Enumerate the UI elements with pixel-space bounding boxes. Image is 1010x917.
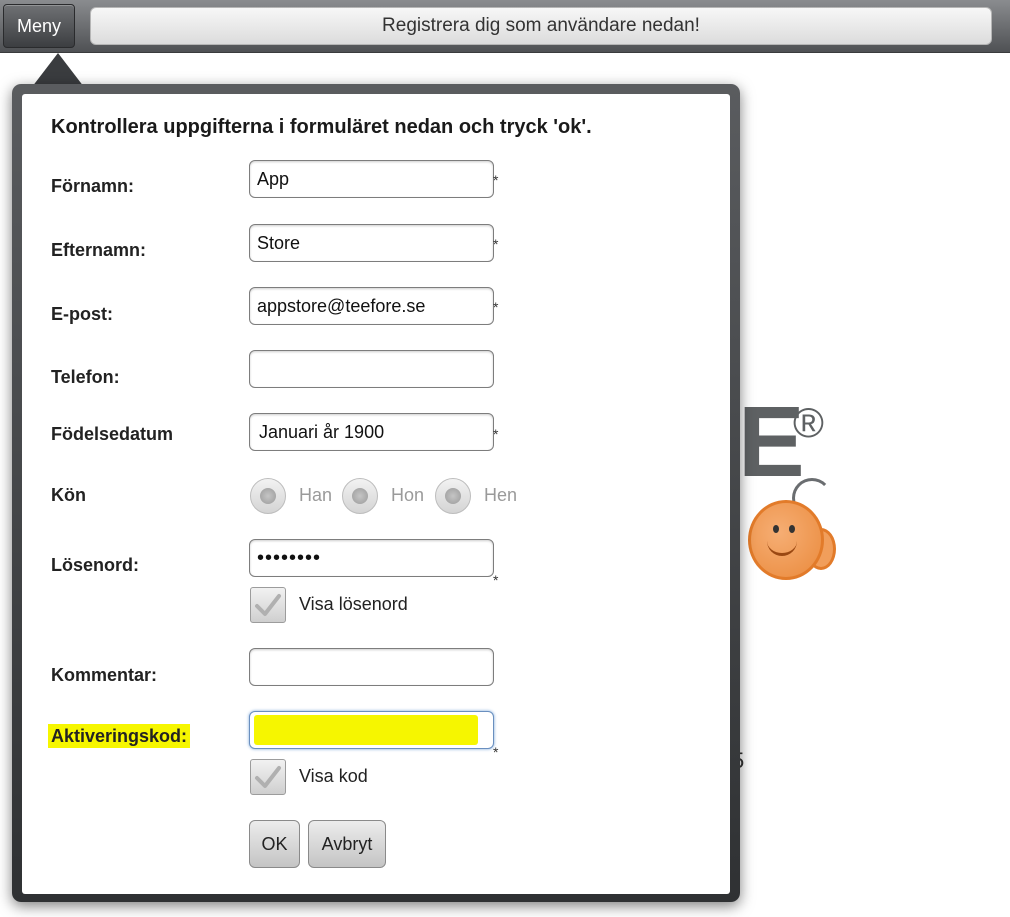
firstname-label: Förnamn:: [51, 176, 134, 196]
top-toolbar: Meny Registrera dig som användare nedan!: [0, 0, 1010, 53]
email-field[interactable]: [249, 287, 494, 325]
lastname-field[interactable]: [249, 224, 494, 262]
birthdate-picker[interactable]: [249, 413, 494, 451]
birthdate-label: Födelsedatum: [51, 424, 174, 444]
activation-code-label-text: Aktiveringskod:: [48, 724, 191, 748]
checkmark-icon: [255, 594, 281, 616]
show-code-label: Visa kod: [299, 766, 368, 786]
registration-form: Kontrollera uppgifterna i formuläret ned…: [22, 94, 730, 894]
phone-field[interactable]: [249, 350, 494, 388]
required-marker: *: [493, 744, 499, 760]
required-marker: *: [493, 236, 499, 252]
required-marker: *: [493, 299, 499, 315]
gender-option-label: Hon: [391, 485, 425, 505]
password-label: Lösenord:: [51, 555, 139, 575]
show-password-checkbox[interactable]: [250, 587, 286, 623]
activation-code-field[interactable]: [249, 711, 494, 749]
popover-arrow: [32, 53, 84, 87]
gender-option-label: Hen: [484, 485, 518, 505]
lastname-label: Efternamn:: [51, 240, 147, 260]
checkmark-icon: [255, 766, 281, 788]
required-marker: *: [493, 172, 499, 188]
registered-mark: ®: [793, 399, 824, 446]
activation-code-label: Aktiveringskod:: [48, 724, 191, 748]
phone-label: Telefon:: [51, 367, 120, 387]
email-label: E-post:: [51, 304, 113, 324]
form-heading: Kontrollera uppgifterna i formuläret ned…: [51, 116, 592, 138]
mascot-face-icon: [748, 500, 824, 580]
required-marker: *: [493, 572, 499, 588]
show-password-label: Visa lösenord: [299, 594, 408, 614]
registration-popover: Kontrollera uppgifterna i formuläret ned…: [12, 84, 740, 902]
comment-label: Kommentar:: [51, 665, 158, 685]
gender-radio-han[interactable]: [250, 478, 286, 514]
firstname-field[interactable]: [249, 160, 494, 198]
comment-field[interactable]: [249, 648, 494, 686]
required-marker: *: [493, 426, 499, 442]
ok-button[interactable]: OK: [249, 820, 300, 868]
cancel-button[interactable]: Avbryt: [308, 820, 386, 868]
gender-radio-hon[interactable]: [342, 478, 378, 514]
activation-code-highlight: [254, 715, 478, 745]
gender-label: Kön: [51, 485, 86, 505]
gender-option-label: Han: [299, 485, 333, 505]
password-field[interactable]: ••••••••: [249, 539, 494, 577]
show-code-checkbox[interactable]: [250, 759, 286, 795]
page-title: Registrera dig som användare nedan!: [90, 7, 992, 45]
menu-button[interactable]: Meny: [3, 4, 75, 48]
gender-radio-hen[interactable]: [435, 478, 471, 514]
